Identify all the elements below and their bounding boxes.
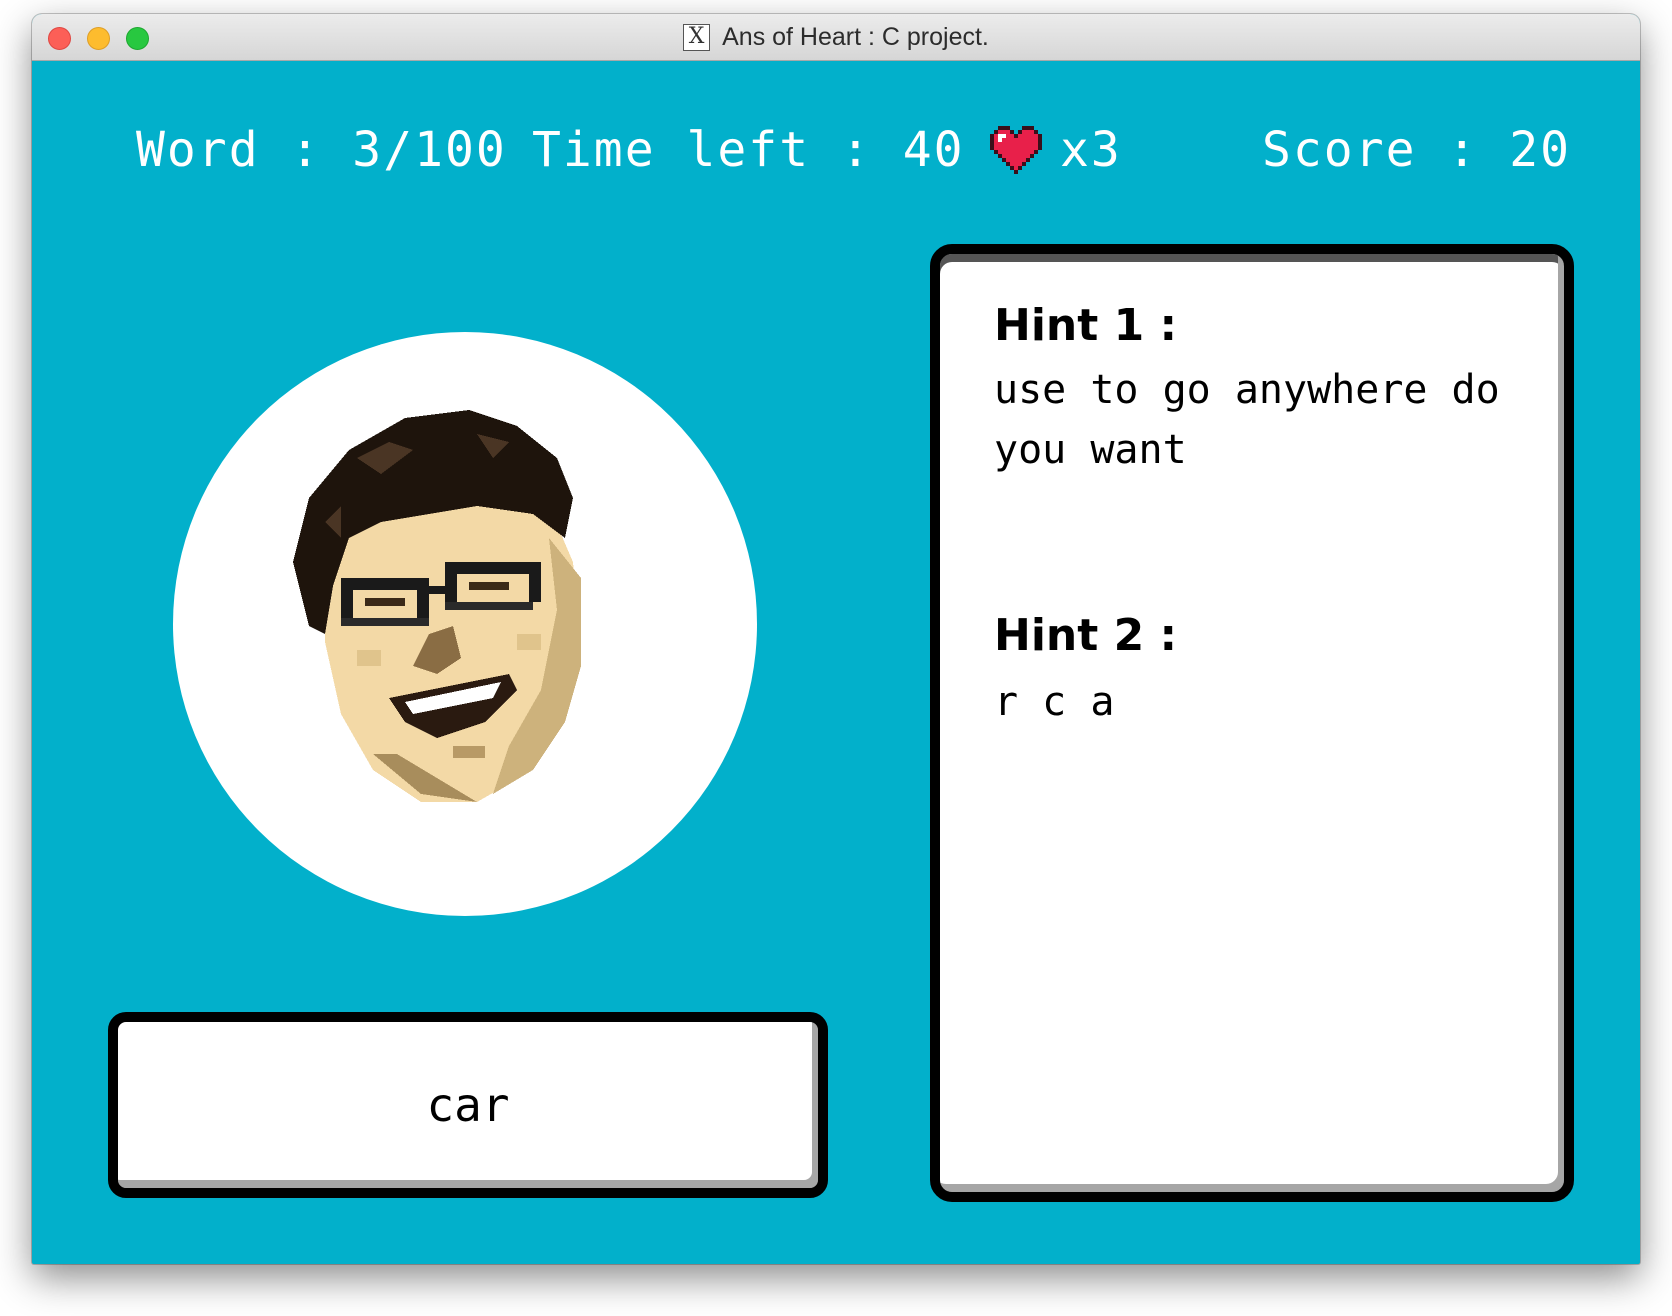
game-window: X Ans of Heart : C project. Word : 3/100… [32,14,1640,1264]
answer-input[interactable]: car [108,1012,828,1198]
time-left: Time left : 40 [532,122,965,178]
hint1-text: use to go anywhere do you want [994,367,1500,473]
hint2-title: Hint 2 : [994,610,1178,661]
window-title: Ans of Heart : C project. [722,22,989,51]
hint-panel: Hint 1 : use to go anywhere do you want … [930,244,1574,1202]
title-wrap: X Ans of Heart : C project. [32,14,1640,60]
heart-icon [990,126,1042,174]
word-progress: Word : 3/100 [136,122,507,178]
lives-count: x3 [1060,122,1122,178]
title-bar[interactable]: X Ans of Heart : C project. [32,14,1640,61]
portrait-circle [173,332,757,916]
hint2-text: r c a [994,679,1115,725]
x11-icon: X [683,23,711,51]
hint1-title: Hint 1 : [994,300,1178,351]
pixel-face-portrait [293,410,581,802]
answer-text: car [426,1078,510,1132]
score: Score : 20 [1262,122,1571,178]
